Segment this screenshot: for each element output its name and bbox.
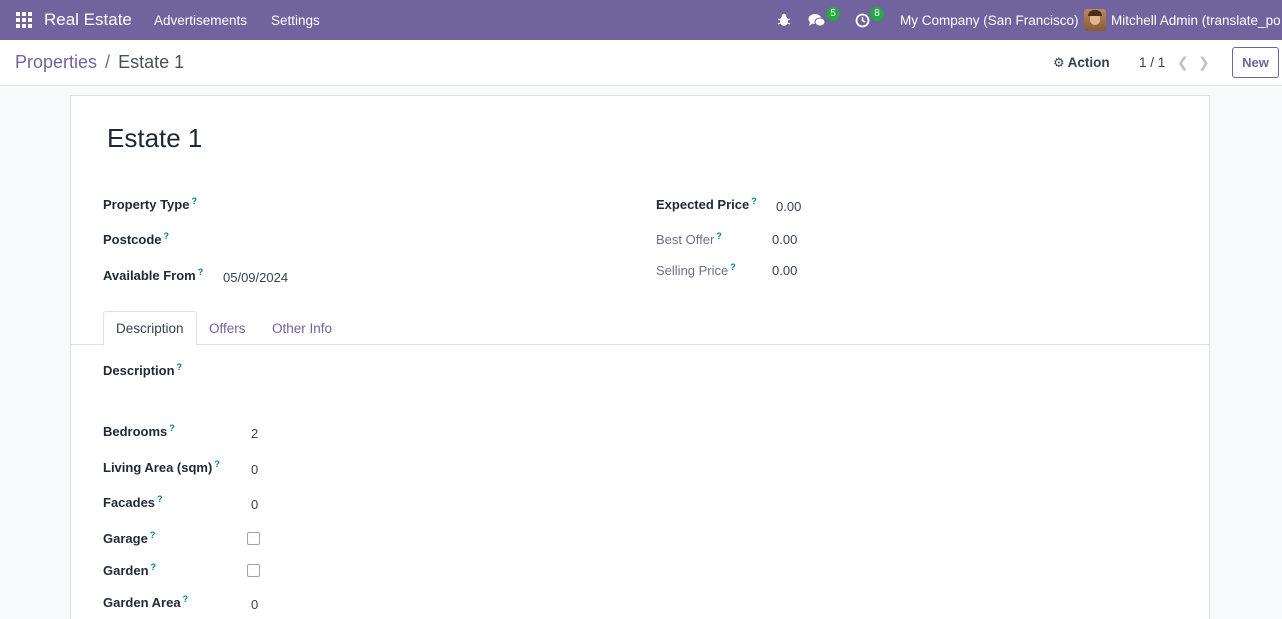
action-button[interactable]: ⚙ Action — [1053, 40, 1110, 85]
label-text: Best Offer — [656, 232, 715, 247]
garden-checkbox[interactable] — [247, 564, 260, 577]
best-offer-value: 0.00 — [772, 232, 798, 247]
help-tooltip-icon[interactable]: ? — [169, 423, 175, 433]
tab-offers[interactable]: Offers — [209, 311, 246, 345]
help-tooltip-icon[interactable]: ? — [191, 196, 197, 206]
label-bedrooms: Bedrooms? — [103, 423, 175, 439]
user-avatar[interactable] — [1084, 0, 1106, 40]
label-text: Property Type — [103, 197, 190, 212]
label-postcode: Postcode? — [103, 231, 169, 247]
help-tooltip-icon[interactable]: ? — [183, 594, 189, 604]
action-label: Action — [1067, 55, 1110, 70]
living-area-input[interactable]: 0 — [251, 462, 258, 477]
help-tooltip-icon[interactable]: ? — [177, 362, 183, 372]
expected-price-input[interactable]: 0.00 — [776, 199, 801, 214]
app-name[interactable]: Real Estate — [44, 0, 132, 40]
control-panel: Properties / Estate 1 ⚙ Action 1 / 1 ❮ ❯… — [0, 40, 1282, 86]
label-text: Selling Price — [656, 263, 729, 278]
label-selling-price: Selling Price? — [656, 262, 736, 278]
label-text: Expected Price — [656, 197, 750, 212]
property-type-input[interactable] — [223, 198, 483, 214]
label-facades: Facades? — [103, 494, 163, 510]
label-text: Garden — [103, 563, 149, 578]
form-sheet: Estate 1 Property Type? Postcode? Availa… — [70, 95, 1210, 619]
label-garage: Garage? — [103, 530, 155, 546]
user-menu[interactable]: Mitchell Admin (translate_po — [1111, 0, 1281, 40]
pager-next-icon[interactable]: ❯ — [1198, 40, 1210, 85]
messages-count-badge: 5 — [826, 7, 840, 21]
facades-input[interactable]: 0 — [251, 497, 258, 512]
gear-icon: ⚙ — [1053, 54, 1065, 70]
available-from-date-input[interactable]: 05/09/2024 — [223, 270, 288, 285]
label-living-area: Living Area (sqm)? — [103, 459, 220, 475]
breadcrumb: Properties / Estate 1 — [15, 40, 184, 85]
menu-advertisements[interactable]: Advertisements — [154, 0, 247, 40]
breadcrumb-properties-link[interactable]: Properties — [15, 52, 97, 73]
help-tooltip-icon[interactable]: ? — [157, 494, 163, 504]
help-tooltip-icon[interactable]: ? — [151, 562, 157, 572]
label-text: Living Area (sqm) — [103, 460, 213, 475]
activities-clock-icon[interactable] — [855, 0, 870, 40]
label-garden: Garden? — [103, 562, 156, 578]
bedrooms-input[interactable]: 2 — [251, 426, 258, 441]
selling-price-value: 0.00 — [772, 263, 798, 278]
apps-menu-icon[interactable] — [16, 0, 32, 40]
postcode-input[interactable] — [223, 233, 483, 249]
garden-area-input[interactable]: 0 — [251, 597, 258, 612]
label-garden-area: Garden Area? — [103, 594, 188, 610]
pager-previous-icon[interactable]: ❮ — [1177, 40, 1189, 85]
help-tooltip-icon[interactable]: ? — [730, 262, 736, 272]
help-tooltip-icon[interactable]: ? — [150, 530, 156, 540]
tab-other-info[interactable]: Other Info — [272, 311, 332, 345]
notebook-tabs: Description Offers Other Info — [71, 311, 1209, 346]
tab-description[interactable]: Description — [103, 311, 197, 346]
description-textarea[interactable] — [231, 364, 1131, 394]
messages-chat-icon[interactable] — [808, 0, 826, 40]
label-text: Postcode — [103, 232, 162, 247]
label-text: Description — [103, 363, 175, 378]
breadcrumb-current: Estate 1 — [118, 52, 185, 72]
label-expected-price: Expected Price? — [656, 196, 757, 212]
label-text: Garage — [103, 531, 148, 546]
help-tooltip-icon[interactable]: ? — [198, 267, 204, 277]
activities-count-badge: 8 — [870, 7, 884, 21]
pager-value[interactable]: 1 / 1 — [1139, 40, 1165, 85]
help-tooltip-icon[interactable]: ? — [716, 231, 722, 241]
help-tooltip-icon[interactable]: ? — [214, 459, 220, 469]
company-switcher[interactable]: My Company (San Francisco) — [900, 0, 1079, 40]
label-best-offer: Best Offer? — [656, 231, 722, 247]
label-description: Description? — [103, 362, 182, 378]
label-text: Bedrooms — [103, 424, 168, 439]
label-text: Available From — [103, 268, 196, 283]
menu-settings[interactable]: Settings — [271, 0, 320, 40]
label-available-from: Available From? — [103, 267, 203, 283]
garage-checkbox[interactable] — [247, 532, 260, 545]
top-navbar: Real Estate Advertisements Settings 5 8 … — [0, 0, 1282, 40]
new-button[interactable]: New — [1232, 47, 1279, 78]
help-tooltip-icon[interactable]: ? — [751, 196, 757, 206]
breadcrumb-separator: / — [105, 52, 111, 72]
label-text: Garden Area — [103, 595, 181, 610]
help-tooltip-icon[interactable]: ? — [164, 231, 170, 241]
label-text: Facades — [103, 495, 156, 510]
label-property-type: Property Type? — [103, 196, 197, 212]
record-title[interactable]: Estate 1 — [107, 123, 202, 154]
debug-bug-icon[interactable] — [777, 0, 791, 40]
